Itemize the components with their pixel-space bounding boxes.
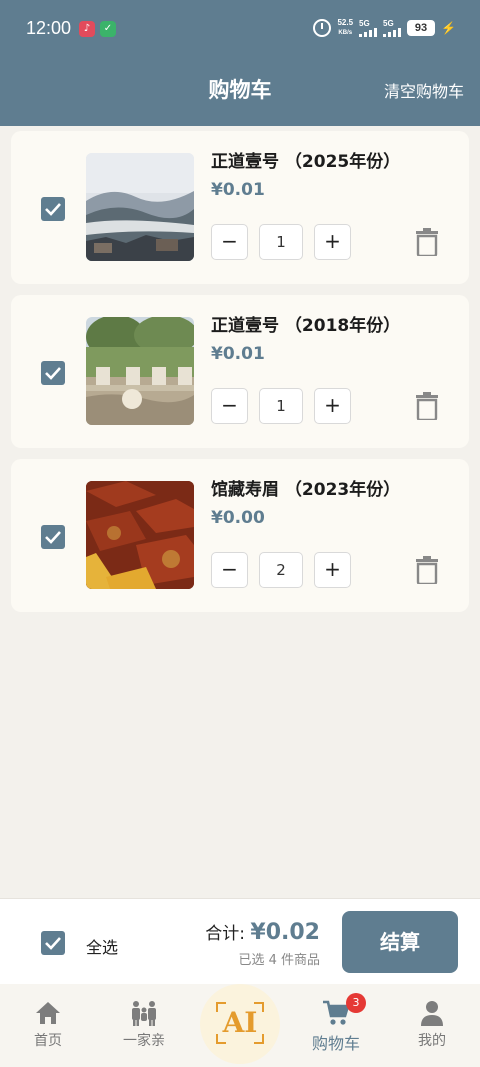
nav-mine-label: 我的	[418, 1033, 446, 1049]
select-all-label[interactable]: 全选	[86, 934, 118, 958]
increase-quantity-button[interactable]: +	[314, 552, 351, 588]
nav-cart-label: 购物车	[311, 1034, 360, 1053]
item-checkbox[interactable]	[41, 525, 65, 549]
decrease-quantity-button[interactable]: −	[211, 224, 248, 260]
battery-icon: 93	[407, 20, 436, 36]
decrease-quantity-button[interactable]: −	[211, 552, 248, 588]
product-price: ¥0.00	[211, 508, 265, 528]
checkout-bar: 全选 合计: ¥0.02 已选 4 件商品 结算	[0, 898, 480, 984]
family-icon	[132, 1001, 156, 1026]
item-checkbox[interactable]	[41, 361, 65, 385]
nav-family[interactable]: 一家亲	[96, 1000, 192, 1050]
home-icon	[36, 1002, 60, 1024]
status-right: 52.5 KB/s 5G 5G 93 ⚡	[313, 18, 456, 38]
trash-icon[interactable]	[415, 228, 439, 256]
alarm-icon	[313, 19, 332, 37]
clear-cart-button[interactable]: 清空购物车	[384, 78, 464, 102]
increase-quantity-button[interactable]: +	[314, 388, 351, 424]
sim1-label: 5G	[359, 19, 370, 28]
ai-button[interactable]: AI	[200, 984, 280, 1064]
total-price: 合计: ¥0.02	[205, 919, 320, 945]
chat-app-icon: ✓	[100, 21, 116, 37]
increase-quantity-button[interactable]: +	[314, 224, 351, 260]
selected-count: 已选 4 件商品	[238, 953, 320, 968]
net-speed-unit: KB/s	[338, 30, 353, 36]
cart-item: 馆藏寿眉 （2023年份） ¥0.00 − 2 +	[11, 459, 469, 612]
item-checkbox[interactable]	[41, 197, 65, 221]
status-time: 12:00	[26, 18, 72, 38]
nav-mine[interactable]: 我的	[384, 1000, 480, 1050]
select-all-checkbox[interactable]	[41, 931, 65, 955]
decrease-quantity-button[interactable]: −	[211, 388, 248, 424]
nav-home[interactable]: 首页	[0, 1000, 96, 1050]
ai-icon: AI	[222, 1006, 258, 1039]
nav-cart[interactable]: 3 购物车	[288, 993, 384, 1054]
product-name: 馆藏寿眉 （2023年份）	[211, 480, 401, 500]
total-label: 合计:	[205, 924, 251, 944]
checkout-button[interactable]: 结算	[342, 911, 458, 973]
product-image[interactable]	[86, 153, 194, 261]
product-price: ¥0.01	[211, 180, 265, 200]
signal-sim2: 5G	[383, 19, 402, 37]
product-price: ¥0.01	[211, 344, 265, 364]
signal-sim1: 5G	[359, 19, 378, 37]
total-value: ¥0.02	[250, 920, 320, 945]
product-image[interactable]	[86, 317, 194, 425]
cart-item: 正道壹号 （2025年份） ¥0.01 − 1 +	[11, 131, 469, 284]
charging-icon: ⚡	[441, 21, 456, 35]
product-name: 正道壹号 （2018年份）	[211, 316, 401, 336]
nav-family-label: 一家亲	[123, 1033, 165, 1049]
net-speed: 52.5 KB/s	[337, 18, 353, 38]
trash-icon[interactable]	[415, 392, 439, 420]
net-speed-value: 52.5	[337, 18, 354, 27]
product-image[interactable]	[86, 481, 194, 589]
person-icon	[421, 1001, 443, 1026]
product-name: 正道壹号 （2025年份）	[211, 152, 401, 172]
music-app-icon: ♪	[79, 21, 95, 37]
nav-home-label: 首页	[34, 1033, 62, 1049]
cart-badge: 3	[346, 993, 366, 1013]
cart-item: 正道壹号 （2018年份） ¥0.01 − 1 +	[11, 295, 469, 448]
quantity-value[interactable]: 1	[259, 388, 303, 424]
status-bar: 12:00 ♪ ✓ 52.5 KB/s 5G 5G 93 ⚡	[0, 0, 480, 60]
sim2-label: 5G	[383, 19, 394, 28]
trash-icon[interactable]	[415, 556, 439, 584]
header: 12:00 ♪ ✓ 52.5 KB/s 5G 5G 93 ⚡ 购物车 清空购物车	[0, 0, 480, 126]
quantity-value[interactable]: 2	[259, 552, 303, 588]
bottom-nav: 首页 一家亲 AI 3 购物车 我的	[0, 984, 480, 1067]
quantity-value[interactable]: 1	[259, 224, 303, 260]
